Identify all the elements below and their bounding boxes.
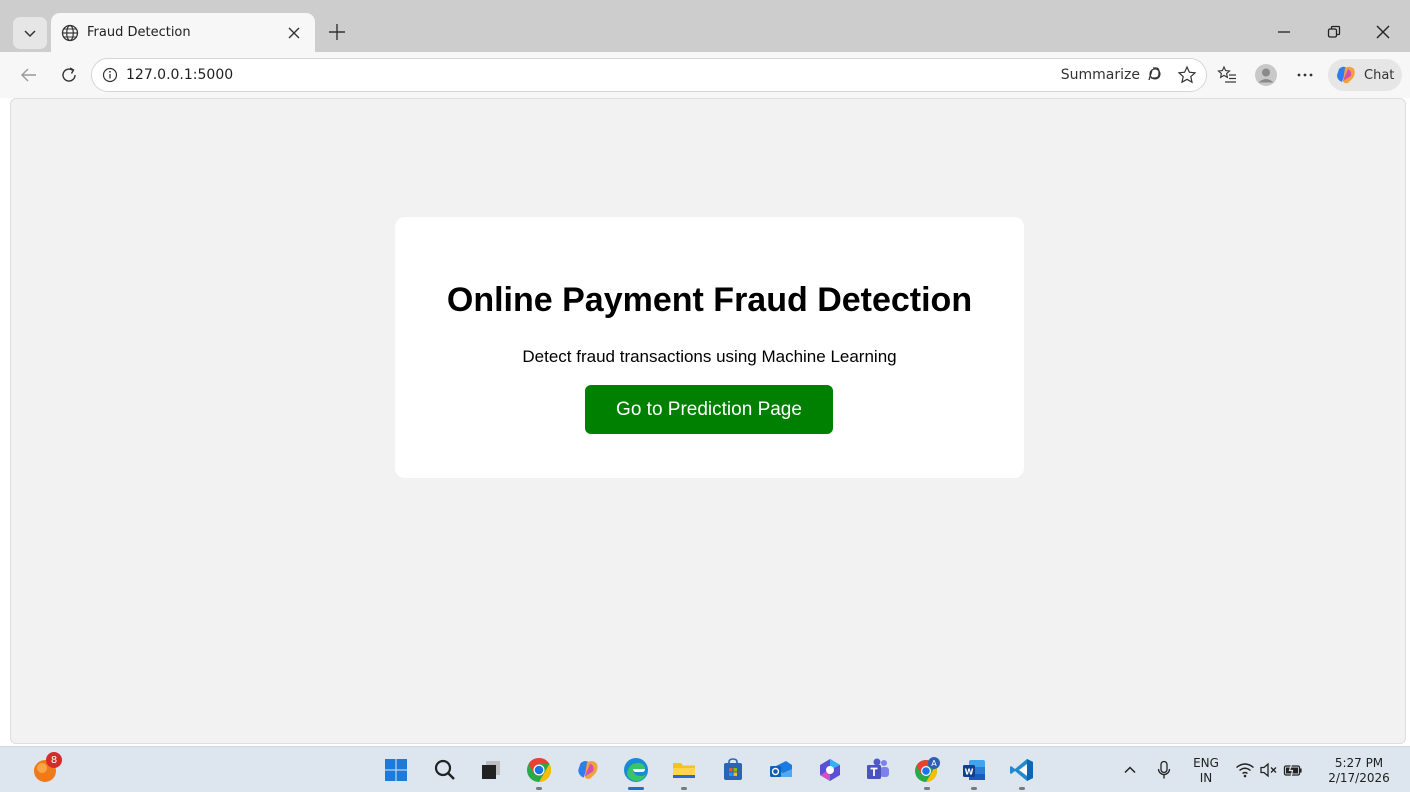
file-explorer-button[interactable] (669, 755, 699, 790)
task-view-button[interactable] (476, 755, 506, 785)
tab-close-button[interactable] (283, 22, 305, 44)
vscode-icon (1010, 759, 1033, 781)
clock[interactable]: 5:27 PM 2/17/2026 (1318, 756, 1400, 786)
language-secondary: IN (1199, 771, 1213, 785)
summarize-label: Summarize (1060, 67, 1140, 83)
search-button[interactable] (430, 755, 460, 785)
tab-fraud-detection[interactable]: Fraud Detection (51, 13, 315, 52)
running-indicator (681, 787, 687, 790)
chevron-down-icon (24, 30, 36, 38)
page-subtitle: Detect fraud transactions using Machine … (522, 347, 897, 366)
back-button[interactable] (13, 59, 45, 91)
tab-title: Fraud Detection (87, 25, 191, 40)
info-icon[interactable] (102, 67, 118, 83)
start-button[interactable] (381, 755, 411, 785)
favorite-button[interactable] (1174, 62, 1200, 88)
running-indicator (971, 787, 977, 790)
svg-text:A: A (931, 759, 937, 768)
url-text[interactable]: 127.0.0.1:5000 (126, 67, 1061, 83)
back-arrow-icon (21, 68, 36, 82)
copilot-icon (578, 761, 598, 779)
address-bar[interactable]: 127.0.0.1:5000 Summarize (91, 58, 1207, 92)
close-icon (288, 27, 300, 38)
summarize-button[interactable]: Summarize (1061, 65, 1164, 85)
refresh-button[interactable] (53, 59, 85, 91)
notification-app-button[interactable]: 8 (30, 752, 62, 785)
chevron-up-icon (1124, 766, 1136, 774)
wifi-icon (1236, 763, 1254, 778)
outlook-button[interactable] (766, 755, 796, 785)
active-indicator (628, 787, 644, 790)
close-icon (1376, 25, 1390, 39)
running-indicator (536, 787, 542, 790)
page-title: Online Payment Fraud Detection (446, 281, 973, 319)
tab-strip: Fraud Detection (0, 0, 1410, 52)
go-to-prediction-button[interactable]: Go to Prediction Page (585, 385, 833, 434)
chrome-icon (527, 758, 552, 782)
chrome-button[interactable] (524, 755, 554, 790)
minimize-button[interactable] (1264, 14, 1304, 50)
plus-icon (329, 24, 345, 40)
outlook-icon (770, 761, 792, 777)
windows-logo-icon (385, 759, 407, 781)
minimize-icon (1278, 31, 1290, 33)
volume-muted-icon (1260, 762, 1277, 778)
chrome-profile-button[interactable]: A (912, 755, 942, 790)
windows-taskbar: 8 A W ENG IN 5:27 PM 2/17/2026 (0, 746, 1410, 792)
star-icon (1177, 65, 1197, 84)
svg-text:W: W (965, 768, 974, 777)
microphone-icon (1157, 760, 1171, 779)
store-icon (724, 758, 742, 780)
avatar-icon (1255, 64, 1277, 86)
running-indicator (1019, 787, 1025, 790)
battery-icon (1283, 762, 1302, 778)
vscode-button[interactable] (1007, 755, 1037, 790)
teams-button[interactable] (863, 755, 893, 785)
edge-button[interactable] (621, 755, 651, 790)
new-tab-button[interactable] (322, 17, 352, 47)
restore-icon (1327, 25, 1341, 38)
search-icon (434, 759, 455, 780)
folder-icon (673, 763, 695, 778)
more-options-button[interactable] (1289, 59, 1321, 91)
store-button[interactable] (718, 755, 748, 785)
show-hidden-icons-button[interactable] (1115, 755, 1145, 785)
microsoft-365-icon (820, 759, 840, 781)
clock-time: 5:27 PM (1334, 756, 1384, 770)
chat-label: Chat (1364, 67, 1395, 83)
close-window-button[interactable] (1363, 14, 1403, 50)
copilot-app-button[interactable] (573, 755, 603, 785)
summarize-icon (1148, 67, 1161, 81)
word-icon: W (963, 760, 985, 780)
microphone-button[interactable] (1149, 755, 1179, 785)
copilot-icon (1337, 66, 1355, 84)
favorites-button[interactable] (1211, 59, 1243, 91)
refresh-icon (62, 67, 76, 82)
microsoft-365-button[interactable] (815, 755, 845, 785)
clock-date: 2/17/2026 (1328, 771, 1390, 785)
task-view-icon (482, 761, 500, 779)
quick-settings-button[interactable] (1234, 755, 1304, 785)
word-button[interactable]: W (959, 755, 989, 790)
favorites-list-icon (1217, 65, 1236, 83)
notification-badge: 8 (46, 752, 62, 768)
running-indicator (924, 787, 930, 790)
language-indicator[interactable]: ENG IN (1185, 756, 1227, 786)
restore-button[interactable] (1314, 14, 1354, 50)
profile-button[interactable] (1250, 59, 1282, 91)
browser-toolbar: 127.0.0.1:5000 Summarize Chat (0, 52, 1410, 98)
hero-card: Online Payment Fraud Detection Detect fr… (395, 217, 1024, 478)
tab-actions-button[interactable] (13, 17, 47, 49)
edge-icon (624, 758, 648, 782)
globe-icon (61, 24, 79, 41)
chrome-profile-icon: A (915, 757, 940, 782)
teams-icon (867, 758, 889, 779)
language-primary: ENG (1193, 756, 1219, 770)
ellipsis-icon (1297, 73, 1313, 77)
copilot-chat-button[interactable]: Chat (1328, 59, 1402, 91)
page-viewport: Online Payment Fraud Detection Detect fr… (10, 98, 1406, 744)
